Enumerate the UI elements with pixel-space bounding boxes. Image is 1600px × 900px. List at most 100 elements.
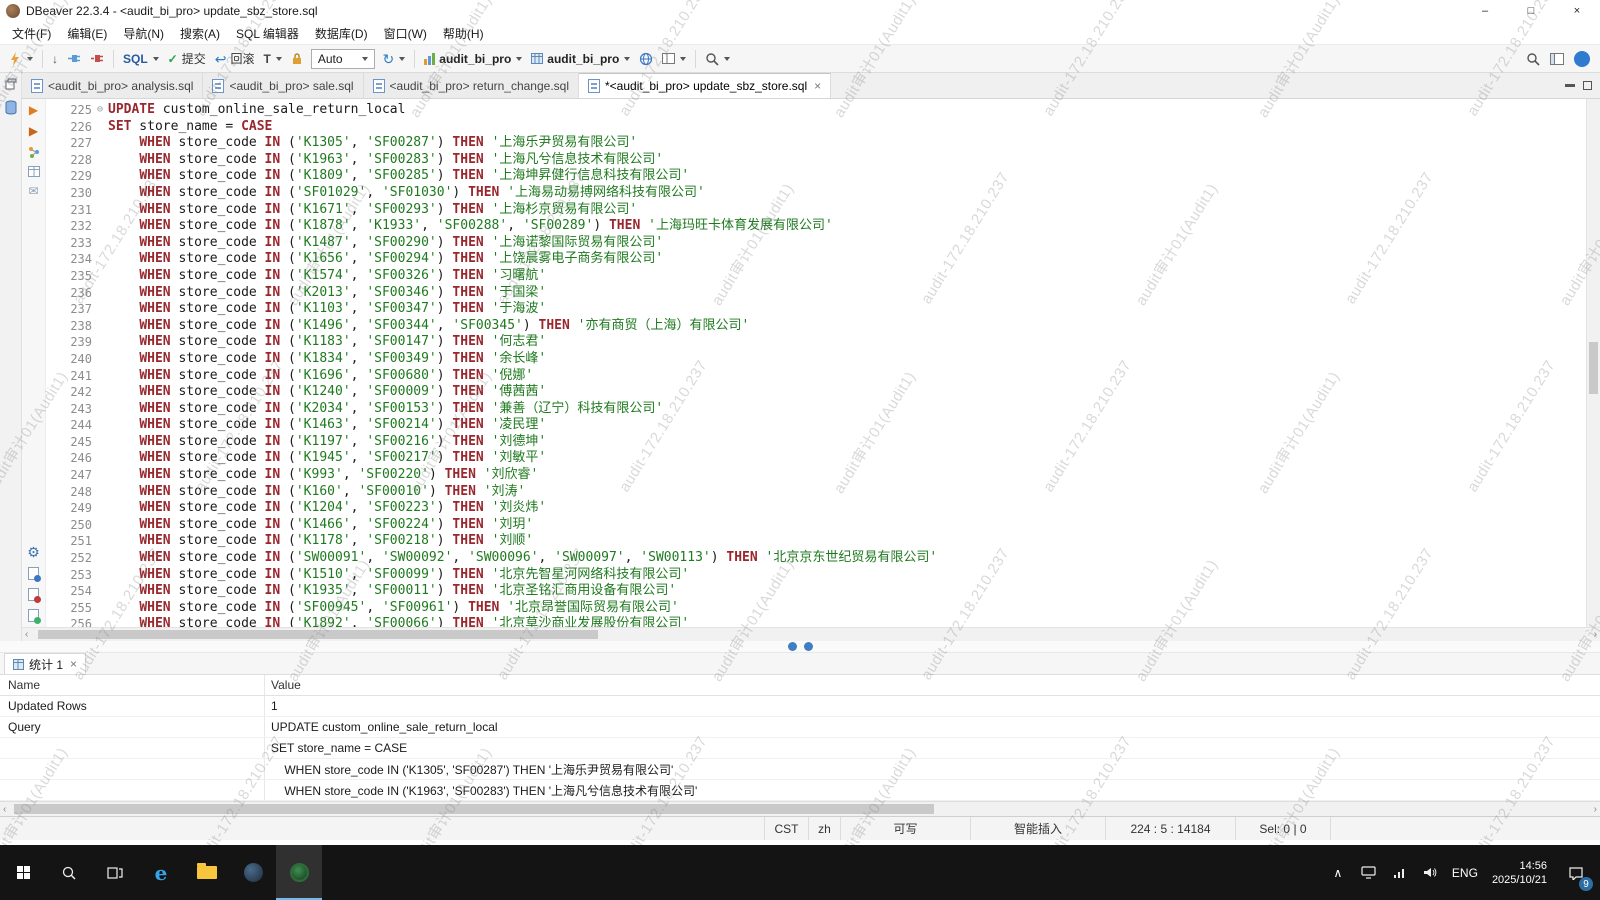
dbeaver-perspective-icon[interactable]	[1574, 51, 1590, 67]
explain-plan-button[interactable]	[28, 146, 40, 158]
globe-button[interactable]	[635, 49, 657, 69]
results-column-header[interactable]: Value	[265, 675, 1600, 695]
maximize-button[interactable]: □	[1508, 0, 1554, 22]
sql-string-token: '亦有商贸（上海）有限公司'	[578, 318, 750, 333]
sql-keyword-token: IN	[265, 434, 281, 449]
language-indicator[interactable]: ENG	[1447, 845, 1483, 900]
rollback-button[interactable]: ↩ 回滚	[211, 47, 259, 70]
new-sql-editor-button[interactable]	[4, 48, 37, 70]
tab-close-icon[interactable]: ×	[70, 657, 77, 671]
tab-label: <audit_bi_pro> return_change.sql	[390, 79, 569, 93]
execute-statement-button[interactable]: ▶	[29, 104, 38, 117]
code-line: 248 WHEN store_code IN ('K160', 'SF00010…	[46, 484, 1586, 501]
settings-gear-button[interactable]: ⚙	[27, 546, 40, 559]
sql-menu-button[interactable]: SQL	[119, 49, 163, 69]
lock-button[interactable]	[287, 49, 307, 68]
taskbar-clock[interactable]: 14:56 2025/10/21	[1484, 845, 1555, 900]
rollback-arrow-icon: ↩	[215, 53, 227, 65]
commit-button[interactable]: ✓ 提交	[164, 47, 210, 70]
sash-collapse-up-button[interactable]	[788, 642, 797, 651]
delete-script-button[interactable]	[28, 588, 39, 601]
results-column-header[interactable]: Name	[0, 675, 265, 695]
sql-string-token: 'K2034'	[296, 401, 351, 416]
scrollbar-thumb[interactable]	[38, 630, 598, 639]
monitor-tray-icon[interactable]	[1354, 845, 1384, 900]
disconnect-button[interactable]	[86, 49, 108, 68]
sql-string-token: '傅茜茜'	[492, 384, 547, 399]
editor-horizontal-scrollbar[interactable]: ‹ ›	[22, 627, 1600, 641]
search-menu-button[interactable]	[701, 49, 734, 69]
scroll-right-arrow[interactable]: ›	[1594, 804, 1597, 815]
tray-expand-button[interactable]: ∧	[1323, 845, 1353, 900]
results-row[interactable]: SET store_name = CASE	[0, 738, 1600, 759]
grid-view-button[interactable]	[28, 166, 40, 177]
export-data-button[interactable]: ✉	[28, 185, 38, 198]
pinned-app-button[interactable]	[230, 845, 276, 900]
scrollbar-thumb[interactable]	[14, 804, 934, 814]
execute-script-button[interactable]: ▶	[29, 125, 38, 138]
sql-string-token: 'K1878'	[296, 218, 351, 233]
editor-tab[interactable]: <audit_bi_pro> return_change.sql	[364, 73, 579, 98]
scroll-right-arrow[interactable]: ›	[1594, 629, 1597, 640]
menu-item[interactable]: 导航(N)	[115, 22, 172, 45]
search-icon[interactable]	[1526, 52, 1540, 66]
minimize-button[interactable]: –	[1462, 0, 1508, 22]
menu-item[interactable]: SQL 编辑器	[228, 22, 307, 45]
rollback-label: 回滚	[230, 50, 254, 67]
scroll-left-arrow[interactable]: ‹	[25, 629, 28, 640]
connect-button[interactable]	[63, 49, 85, 68]
editor-tab[interactable]: <audit_bi_pro> analysis.sql	[22, 73, 203, 98]
database-selector[interactable]: audit_bi_pro	[420, 49, 526, 69]
results-row[interactable]: WHEN store_code IN ('K1305', 'SF00287') …	[0, 759, 1600, 780]
action-center-button[interactable]: 9	[1556, 845, 1596, 900]
script-templates-button[interactable]	[28, 609, 39, 622]
scrollbar-thumb[interactable]	[1589, 342, 1598, 394]
file-explorer-button[interactable]	[184, 845, 230, 900]
volume-tray-icon[interactable]	[1416, 845, 1446, 900]
taskbar-search-button[interactable]	[46, 845, 92, 900]
minimize-editor-icon[interactable]	[1565, 84, 1575, 87]
editor-tab[interactable]: *<audit_bi_pro> update_sbz_store.sql×	[579, 73, 831, 98]
restore-view-button[interactable]	[5, 78, 17, 90]
refresh-history-button[interactable]: ↻	[379, 50, 410, 68]
fetch-button[interactable]: ↓	[48, 49, 62, 69]
fold-gutter	[92, 567, 108, 584]
menu-item[interactable]: 帮助(H)	[435, 22, 492, 45]
toolbar-divider	[414, 50, 415, 68]
fold-collapse-icon[interactable]: ⊖	[92, 102, 108, 119]
commit-label: 提交	[182, 50, 206, 67]
results-tab-statistics[interactable]: 统计 1 ×	[4, 653, 86, 674]
menu-item[interactable]: 文件(F)	[4, 22, 59, 45]
task-view-button[interactable]	[92, 845, 138, 900]
transaction-mode-button[interactable]: T	[260, 49, 286, 69]
editor-vertical-scrollbar[interactable]	[1586, 99, 1600, 627]
running-app-button[interactable]	[276, 845, 322, 900]
schema-selector[interactable]: audit_bi_pro	[527, 49, 634, 69]
tab-close-icon[interactable]: ×	[814, 79, 821, 93]
maximize-editor-icon[interactable]	[1583, 81, 1592, 90]
database-navigator-icon[interactable]	[4, 100, 18, 115]
results-row[interactable]: WHEN store_code IN ('K1963', 'SF00283') …	[0, 780, 1600, 801]
editor-tab[interactable]: <audit_bi_pro> sale.sql	[203, 73, 363, 98]
sql-code-editor[interactable]: 225⊖UPDATE custom_online_sale_return_loc…	[46, 99, 1586, 627]
menu-item[interactable]: 搜索(A)	[172, 22, 228, 45]
menu-item[interactable]: 编辑(E)	[59, 22, 115, 45]
sash-collapse-down-button[interactable]	[804, 642, 813, 651]
sql-string-token: 'SF00224'	[366, 517, 436, 532]
open-perspective-icon[interactable]	[1550, 53, 1564, 65]
close-button[interactable]: ×	[1554, 0, 1600, 22]
browser-button[interactable]: e	[138, 845, 184, 900]
results-row[interactable]: QueryUPDATE custom_online_sale_return_lo…	[0, 717, 1600, 738]
results-horizontal-scrollbar[interactable]: ‹ ›	[0, 801, 1600, 816]
editor-results-sash[interactable]	[0, 641, 1600, 653]
scroll-left-arrow[interactable]: ‹	[3, 804, 6, 815]
network-tray-icon[interactable]	[1385, 845, 1415, 900]
menu-item[interactable]: 数据库(D)	[307, 22, 376, 45]
save-script-button[interactable]	[28, 567, 39, 580]
commit-mode-combo[interactable]: Auto	[311, 49, 375, 69]
results-row[interactable]: Updated Rows1	[0, 696, 1600, 717]
menu-item[interactable]: 窗口(W)	[376, 22, 435, 45]
start-button[interactable]	[0, 845, 46, 900]
sql-keyword-token: THEN	[452, 500, 483, 515]
panel-layout-button[interactable]	[658, 50, 690, 67]
